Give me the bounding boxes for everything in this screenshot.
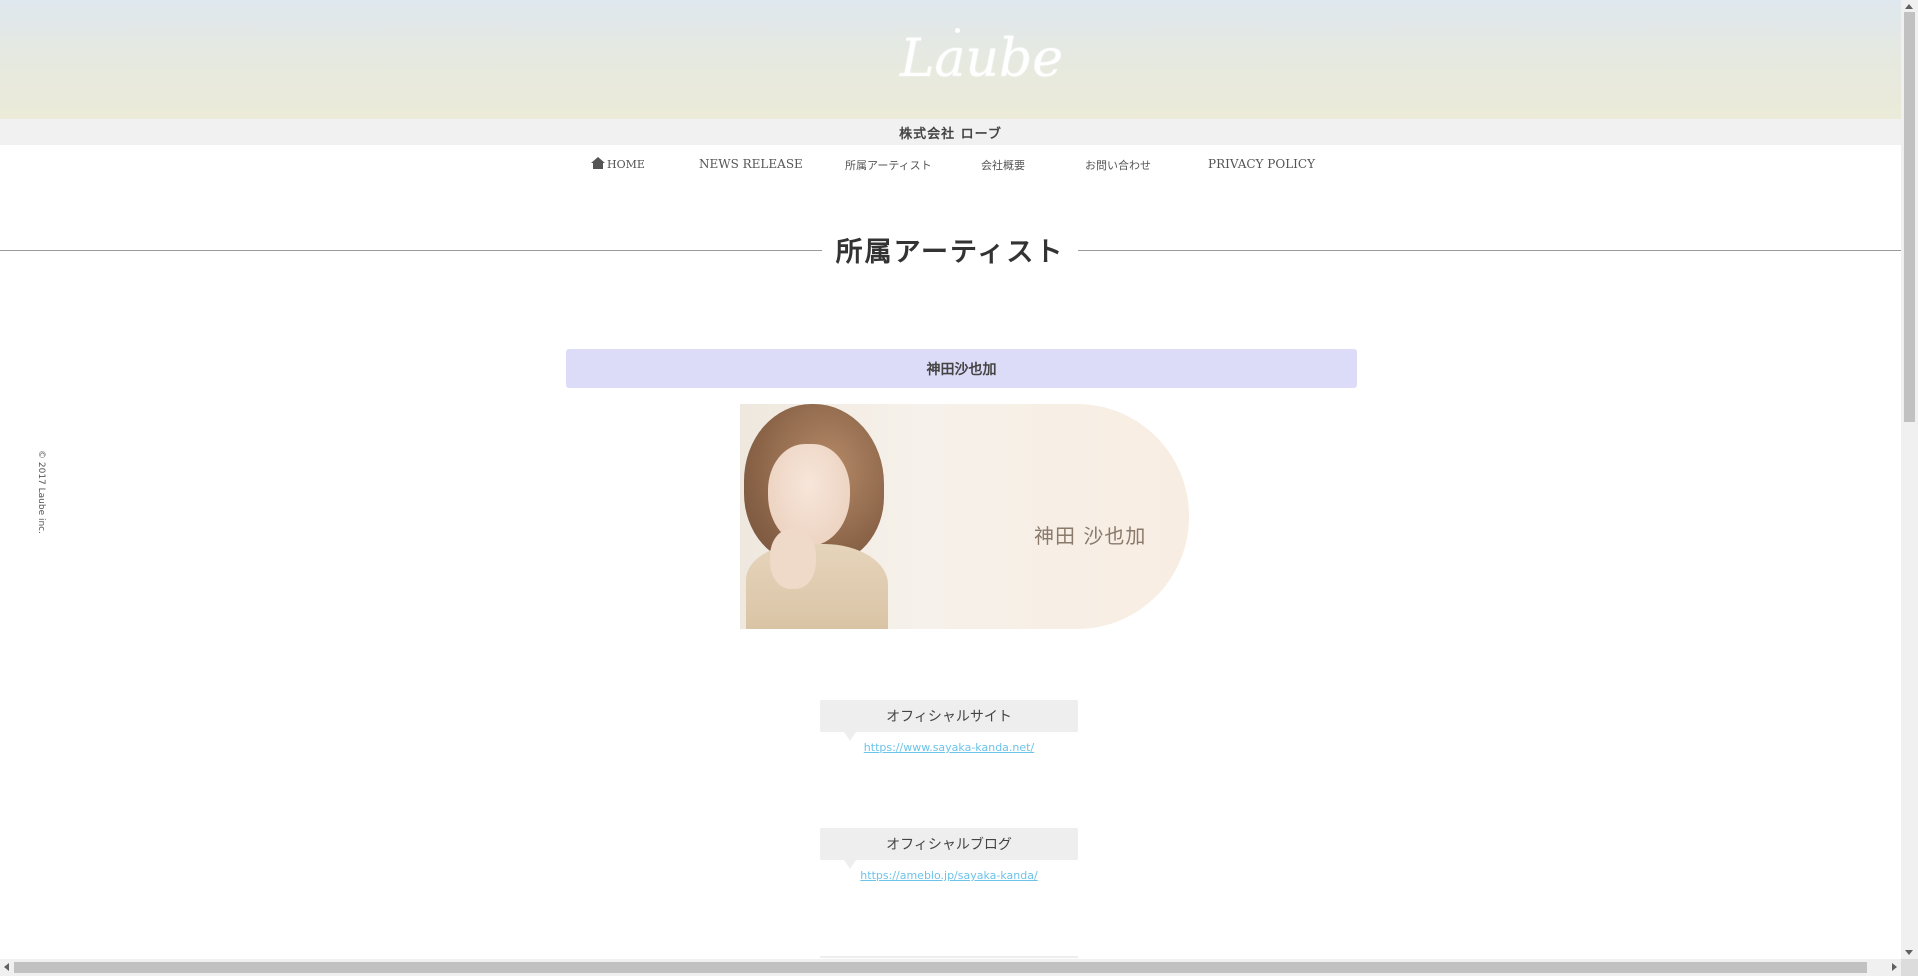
nav-item-artists[interactable]: 所属アーティスト (845, 157, 932, 173)
artist-banner[interactable]: 神田 沙也加 (740, 404, 1189, 629)
official-site-link[interactable]: https://www.sayaka-kanda.net/ (820, 741, 1078, 754)
official-blog-bubble: オフィシャルブログ (820, 828, 1078, 869)
title-rule-left (0, 250, 822, 251)
scrollbar-corner (1901, 959, 1918, 976)
horizontal-scrollbar[interactable] (0, 959, 1901, 976)
artist-photo (740, 404, 890, 629)
main-nav: HOME NEWS RELEASE 所属アーティスト 会社概要 お問い合わせ P… (0, 157, 1901, 179)
official-site-label: オフィシャルサイト (886, 709, 1012, 725)
next-bubble-partial (820, 956, 1078, 958)
official-blog-link[interactable]: https://ameblo.jp/sayaka-kanda/ (820, 869, 1078, 882)
official-site-bubble: オフィシャルサイト (820, 700, 1078, 741)
nav-item-news-release[interactable]: NEWS RELEASE (699, 157, 803, 171)
page-title: 所属アーティスト (835, 237, 1065, 268)
photo-body (746, 544, 888, 629)
bubble-tail (844, 732, 856, 741)
company-name: 株式会社 ローブ (899, 127, 1002, 142)
nav-item-home[interactable]: HOME (591, 157, 645, 171)
home-icon (591, 157, 605, 169)
bubble-tail (844, 860, 856, 869)
vertical-scroll-thumb[interactable] (1904, 12, 1915, 422)
artist-name-bar: 神田沙也加 (566, 349, 1357, 388)
photo-face (768, 444, 850, 546)
nav-item-contact[interactable]: お問い合わせ (1085, 157, 1151, 173)
horizontal-scroll-thumb[interactable] (14, 962, 1867, 973)
scroll-down-arrow-icon[interactable] (1905, 950, 1913, 955)
scroll-right-arrow-icon[interactable] (1892, 963, 1897, 971)
nav-label-home: HOME (607, 158, 645, 171)
photo-hand (770, 529, 816, 589)
artist-name: 神田沙也加 (926, 362, 997, 378)
logo-accent-dot (955, 28, 960, 33)
scroll-left-arrow-icon[interactable] (4, 963, 9, 971)
header-banner: Laube (0, 0, 1901, 119)
vertical-scrollbar[interactable] (1901, 0, 1918, 959)
copyright-text: © 2017 Laube inc. (36, 450, 46, 534)
nav-item-company[interactable]: 会社概要 (981, 157, 1025, 173)
nav-item-privacy-policy[interactable]: PRIVACY POLICY (1208, 157, 1315, 171)
official-blog-label: オフィシャルブログ (886, 837, 1012, 853)
title-rule-right (1078, 250, 1901, 251)
scroll-up-arrow-icon[interactable] (1905, 4, 1913, 9)
company-bar: 株式会社 ローブ (0, 119, 1901, 145)
banner-artist-name: 神田 沙也加 (1034, 524, 1147, 548)
